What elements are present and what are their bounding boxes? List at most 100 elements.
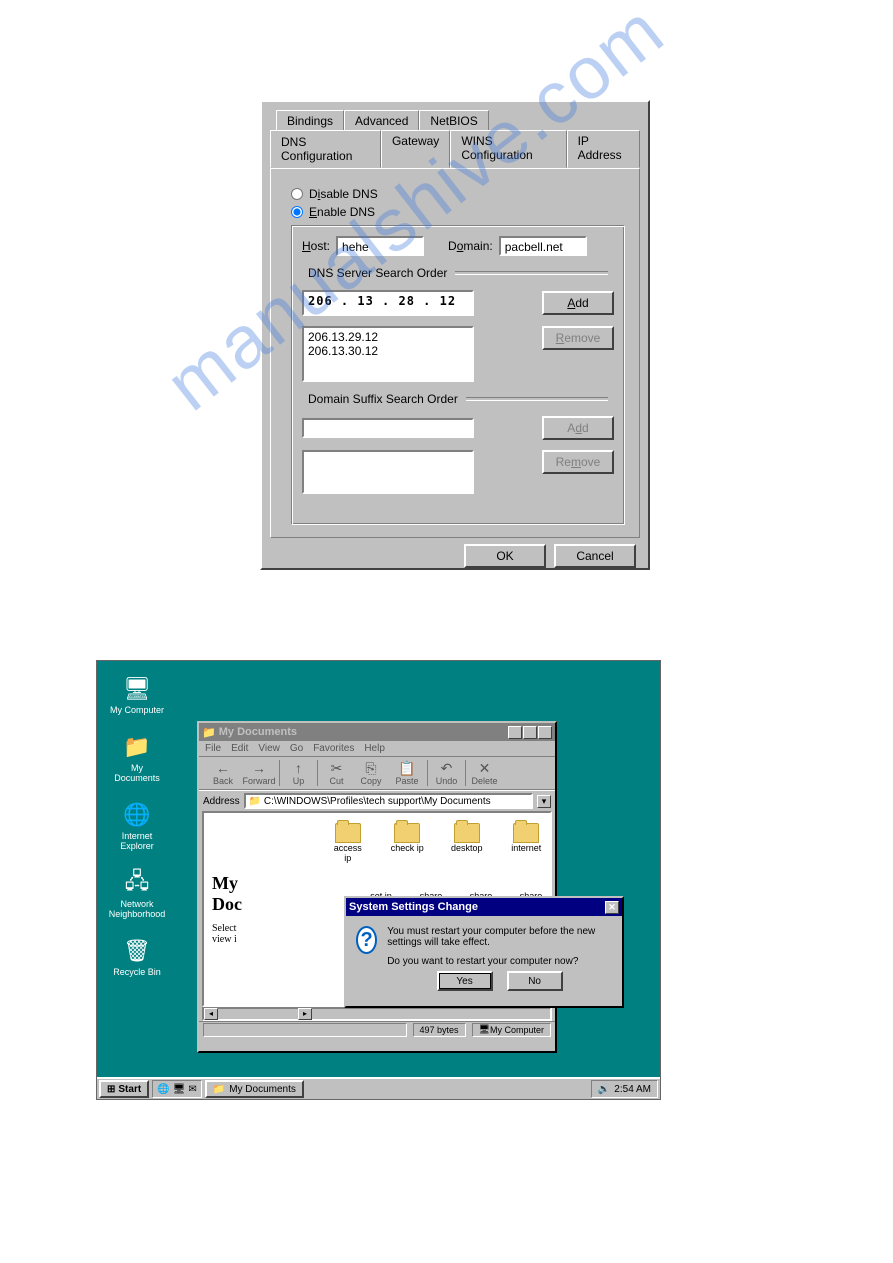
dns-list-item[interactable]: 206.13.29.12 xyxy=(308,330,468,344)
scroll-left[interactable]: ◂ xyxy=(204,1008,218,1020)
folder-label: access ip xyxy=(330,843,366,863)
explorer-titlebar[interactable]: 📁 My Documents _ □ ✕ xyxy=(199,723,555,741)
folder-item[interactable]: desktop xyxy=(449,823,485,863)
folder-icon xyxy=(394,823,420,843)
suffix-add-button[interactable]: Add xyxy=(542,416,614,440)
suffix-remove-button[interactable]: Remove xyxy=(542,450,614,474)
start-button[interactable]: ⊞Start xyxy=(99,1080,149,1098)
folder-icon xyxy=(513,823,539,843)
suffix-input[interactable] xyxy=(302,418,474,438)
tab-bindings[interactable]: Bindings xyxy=(276,110,344,132)
close-button[interactable]: ✕ xyxy=(605,901,619,914)
tb-cut[interactable]: ✂Cut xyxy=(317,760,353,786)
hscrollbar[interactable]: ◂▸ xyxy=(202,1007,552,1021)
dns-add-button[interactable]: Add xyxy=(542,291,614,315)
enable-dns-radio[interactable] xyxy=(291,206,303,218)
desktop-icon-my-computer[interactable]: 🖥My Computer xyxy=(109,675,165,715)
tab-gateway[interactable]: Gateway xyxy=(381,130,450,168)
tb-copy[interactable]: ⎘Copy xyxy=(353,760,389,786)
cancel-button[interactable]: Cancel xyxy=(554,544,636,568)
dns-ip-input[interactable]: 206 . 13 . 28 . 12 xyxy=(302,290,474,316)
minimize-button[interactable]: _ xyxy=(508,726,522,739)
undo-icon: ↶ xyxy=(441,760,453,776)
ok-button[interactable]: OK xyxy=(464,544,546,568)
menu-edit[interactable]: Edit xyxy=(231,743,248,754)
explorer-menubar: File Edit View Go Favorites Help xyxy=(199,741,555,756)
menu-favorites[interactable]: Favorites xyxy=(313,743,354,754)
tab-wins-configuration[interactable]: WINS Configuration xyxy=(450,130,566,168)
tab-ip-address[interactable]: IP Address xyxy=(567,130,640,168)
status-bar: 497 bytes 🖥 My Computer xyxy=(199,1021,555,1037)
folder-item[interactable]: check ip xyxy=(390,823,426,863)
close-button[interactable]: ✕ xyxy=(538,726,552,739)
msgbox-line1: You must restart your computer before th… xyxy=(387,926,612,948)
dns-remove-button[interactable]: Remove xyxy=(542,326,614,350)
address-label: Address xyxy=(203,796,240,807)
tb-label: Cut xyxy=(329,776,343,786)
folder-item[interactable]: internet xyxy=(509,823,545,863)
status-size: 497 bytes xyxy=(413,1023,466,1037)
folder-icon: 📁 xyxy=(249,796,261,807)
menu-go[interactable]: Go xyxy=(290,743,303,754)
outlook-icon: ✉ xyxy=(188,1084,196,1095)
address-bar: Address 📁 C:\WINDOWS\Profiles\tech suppo… xyxy=(199,790,555,811)
folder-icon: 📁 xyxy=(123,733,151,761)
taskbar-button-mydocs[interactable]: 📁My Documents xyxy=(205,1080,304,1098)
desktop-icon-label: Recycle Bin xyxy=(113,967,161,977)
tb-up[interactable]: ↑Up xyxy=(279,760,315,786)
tb-back[interactable]: ←Back xyxy=(205,760,241,786)
paste-icon: 📋 xyxy=(398,760,415,776)
up-icon: ↑ xyxy=(295,760,302,776)
recycle-icon: 🗑 xyxy=(123,937,151,965)
scroll-right[interactable]: ▸ xyxy=(298,1008,312,1020)
question-icon: ? xyxy=(356,926,377,954)
domain-input[interactable]: pacbell.net xyxy=(499,236,587,256)
tb-undo[interactable]: ↶Undo xyxy=(427,760,463,786)
explorer-toolbar: ←Back →Forward ↑Up ✂Cut ⎘Copy 📋Paste ↶Un… xyxy=(199,756,555,790)
address-value: C:\WINDOWS\Profiles\tech support\My Docu… xyxy=(264,796,491,807)
menu-view[interactable]: View xyxy=(258,743,280,754)
desktop-icon: 🖥 xyxy=(173,1084,186,1095)
disable-dns-label: Disable DNS xyxy=(309,187,378,201)
menu-help[interactable]: Help xyxy=(364,743,385,754)
desktop-icon-recycle[interactable]: 🗑 Recycle Bin xyxy=(109,937,165,977)
yes-button[interactable]: Yes xyxy=(437,971,493,991)
address-dropdown[interactable]: ▾ xyxy=(537,795,551,808)
system-tray[interactable]: 🔊2:54 AM xyxy=(591,1080,658,1098)
desktop-icon-my-documents[interactable]: 📁My Documents xyxy=(109,733,165,783)
tab-netbios[interactable]: NetBIOS xyxy=(419,110,488,132)
taskbar-button-label: My Documents xyxy=(229,1084,296,1095)
host-input[interactable]: hehe xyxy=(336,236,424,256)
disable-dns-radio[interactable] xyxy=(291,188,303,200)
desktop-icon-network[interactable]: 🖧Network Neighborhood xyxy=(109,869,165,919)
tb-label: Copy xyxy=(360,776,381,786)
desktop-icon-ie[interactable]: 🌐Internet Explorer xyxy=(109,801,165,851)
folder-item[interactable]: access ip xyxy=(330,823,366,863)
address-input[interactable]: 📁 C:\WINDOWS\Profiles\tech support\My Do… xyxy=(244,793,533,809)
tb-paste[interactable]: 📋Paste xyxy=(389,760,425,786)
menu-file[interactable]: File xyxy=(205,743,221,754)
no-button[interactable]: No xyxy=(507,971,563,991)
host-label: Host: xyxy=(302,239,330,253)
maximize-button[interactable]: □ xyxy=(523,726,537,739)
explorer-title: My Documents xyxy=(219,726,297,738)
desktop-icon-label: Internet Explorer xyxy=(109,831,165,851)
dns-server-list[interactable]: 206.13.29.12 206.13.30.12 xyxy=(302,326,474,382)
tb-forward[interactable]: →Forward xyxy=(241,760,277,786)
tab-advanced[interactable]: Advanced xyxy=(344,110,419,132)
tab-dns-configuration[interactable]: DNS Configuration xyxy=(270,130,381,168)
delete-icon: ✕ xyxy=(479,760,491,776)
tb-delete[interactable]: ✕Delete xyxy=(465,760,501,786)
cut-icon: ✂ xyxy=(331,760,343,776)
domain-label: Domain: xyxy=(448,239,493,253)
dns-list-item[interactable]: 206.13.30.12 xyxy=(308,344,468,358)
dns-search-order-label: DNS Server Search Order xyxy=(308,266,614,280)
folder-label: check ip xyxy=(391,843,424,853)
status-location: 🖥 My Computer xyxy=(472,1023,551,1037)
quick-launch[interactable]: 🌐🖥✉ xyxy=(152,1080,202,1098)
suffix-list[interactable] xyxy=(302,450,474,494)
tb-label: Up xyxy=(293,776,305,786)
folder-icon: 📁 xyxy=(202,726,216,739)
start-label: Start xyxy=(118,1084,141,1095)
msgbox-titlebar[interactable]: System Settings Change ✕ xyxy=(346,898,622,916)
